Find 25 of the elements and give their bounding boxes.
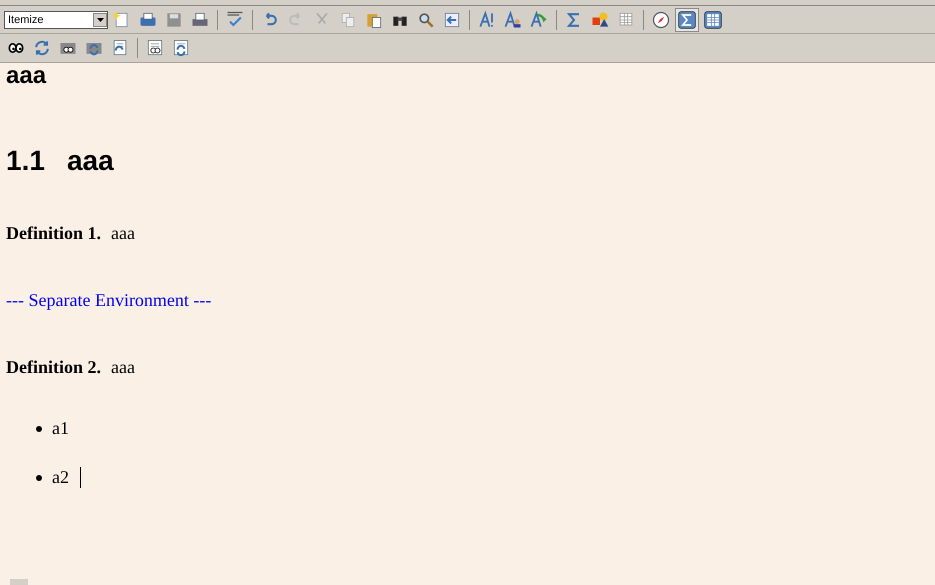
shapes-icon <box>590 10 610 30</box>
compass-icon <box>651 10 671 30</box>
math-panel-toggle[interactable] <box>675 8 699 32</box>
section-number: 1.1 <box>6 145 45 177</box>
list-item-text: a1 <box>52 418 69 439</box>
letter-arrow-icon <box>529 10 549 30</box>
sigma-icon <box>677 10 697 30</box>
scroll-corner <box>10 579 28 585</box>
bullet-icon <box>36 474 42 480</box>
refresh-icon <box>32 38 52 58</box>
dropdown-arrow-icon <box>96 18 104 22</box>
letter-person-icon <box>503 10 523 30</box>
grid-icon <box>703 10 723 30</box>
definition-label: Definition 2. <box>6 357 102 378</box>
section-title: aaa <box>66 145 114 177</box>
layout-select[interactable]: Itemize <box>4 10 108 28</box>
list-item-text: a2 <box>52 467 69 488</box>
definition-text: aaa <box>111 357 135 378</box>
spellcheck-icon <box>225 10 245 30</box>
bullet-icon <box>36 426 42 432</box>
heading: aaa <box>6 63 46 89</box>
definition-label: Definition 1. <box>6 223 102 244</box>
definition-text: aaa <box>111 223 135 244</box>
document-eyes-icon <box>145 38 165 58</box>
environment-separator: --- Separate Environment --- <box>6 290 212 311</box>
